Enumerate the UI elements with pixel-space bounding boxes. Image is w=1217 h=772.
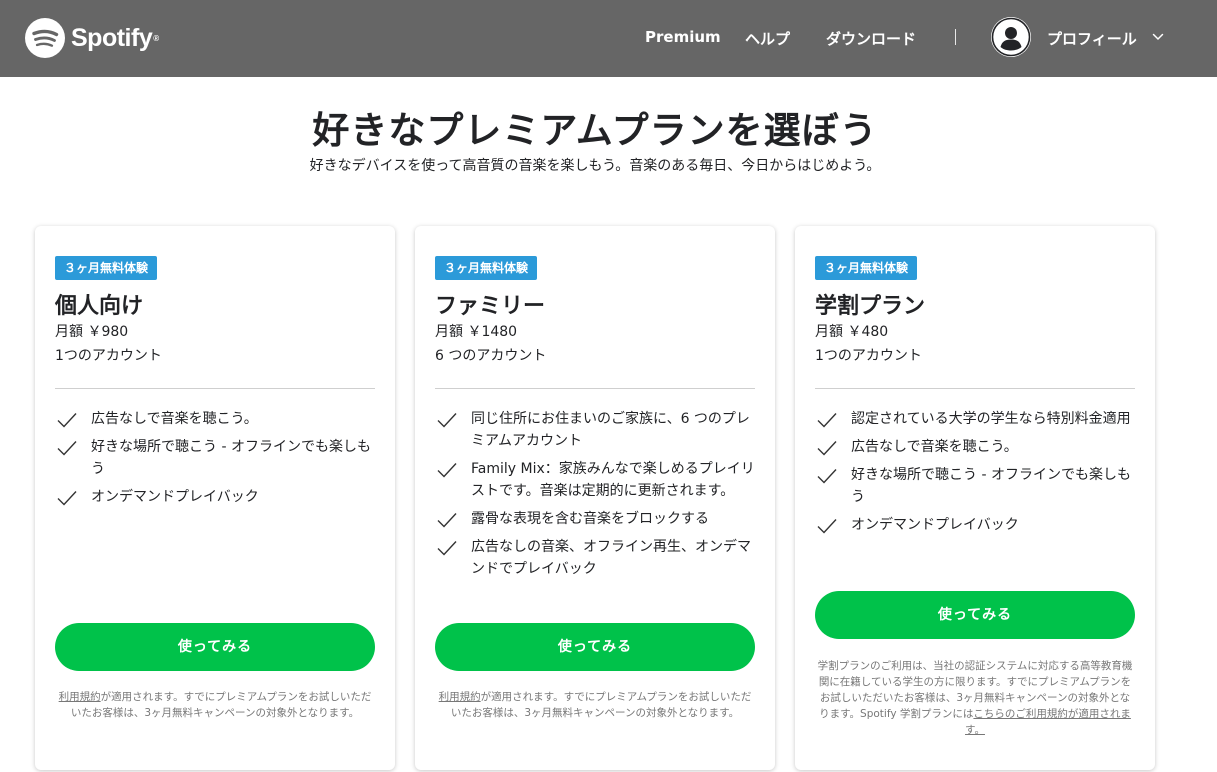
check-icon: [437, 463, 457, 478]
plan-card-individual: ３ヶ月無料体験 個人向け 月額 ￥980 1つのアカウント 広告なしで音楽を聴こ…: [35, 226, 395, 770]
terms-link[interactable]: 利用規約: [59, 691, 101, 703]
check-icon: [437, 413, 457, 428]
try-student-button[interactable]: 使ってみる: [815, 591, 1135, 639]
check-icon: [57, 491, 77, 506]
note-text: が適用されます。すでにプレミアムプランをお試しいただいたお客様は、3ヶ月無料キャ…: [70, 691, 372, 719]
plan-price: 月額 ￥980: [55, 324, 129, 340]
check-icon: [817, 413, 837, 428]
trial-badge: ３ヶ月無料体験: [435, 256, 538, 280]
trial-badge: ３ヶ月無料体験: [815, 256, 918, 280]
check-icon: [57, 413, 77, 428]
feature-item: 好きな場所で聴こう - オフラインでも楽しもう: [815, 464, 1135, 508]
feature-text: オンデマンドプレイバック: [851, 517, 1019, 533]
feature-item: 広告なしで音楽を聴こう。: [815, 436, 1135, 458]
brand-name: Spotify: [71, 23, 153, 52]
plan-name: ファミリー: [435, 294, 546, 319]
feature-text: 好きな場所で聴こう - オフラインでも楽しもう: [91, 439, 371, 477]
nav-divider: [955, 29, 956, 45]
feature-item: オンデマンドプレイバック: [815, 514, 1135, 536]
nav-premium-link[interactable]: Premium: [645, 28, 721, 46]
card-divider: [435, 388, 755, 389]
plan-name: 学割プラン: [815, 294, 926, 319]
feature-text: Family Mix：家族みんなで楽しめるプレイリストです。音楽は定期的に更新さ…: [471, 461, 755, 499]
check-icon: [437, 541, 457, 556]
page-title: 好きなプレミアムプランを選ぼう: [312, 109, 878, 152]
feature-item: 露骨な表現を含む音楽をブロックする: [435, 508, 755, 530]
feature-text: 認定されている大学の学生なら特別料金適用: [851, 411, 1131, 427]
feature-item: 好きな場所で聴こう - オフラインでも楽しもう: [55, 436, 375, 480]
check-icon: [817, 519, 837, 534]
try-individual-button[interactable]: 使ってみる: [55, 623, 375, 671]
terms-link[interactable]: 利用規約: [439, 691, 481, 703]
profile-menu-label[interactable]: プロフィール: [1047, 28, 1137, 49]
feature-item: 広告なしで音楽を聴こう。: [55, 408, 375, 430]
feature-list: 認定されている大学の学生なら特別料金適用 広告なしで音楽を聴こう。 好きな場所で…: [815, 408, 1135, 542]
check-icon: [817, 469, 837, 484]
plan-card-family: ３ヶ月無料体験 ファミリー 月額 ￥1480 6 つのアカウント 同じ住所にお住…: [415, 226, 775, 770]
plan-price: 月額 ￥480: [815, 324, 889, 340]
feature-item: オンデマンドプレイバック: [55, 486, 375, 508]
check-icon: [57, 441, 77, 456]
feature-item: 認定されている大学の学生なら特別料金適用: [815, 408, 1135, 430]
chevron-down-icon[interactable]: [1152, 31, 1164, 43]
card-divider: [815, 388, 1135, 389]
top-navigation-bar: Spotify ® Premium ヘルプ ダウンロード プロフィール: [0, 0, 1217, 77]
feature-item: 同じ住所にお住まいのご家族に、6 つのプレミアムアカウント: [435, 408, 755, 452]
feature-list: 同じ住所にお住まいのご家族に、6 つのプレミアムアカウント Family Mix…: [435, 408, 755, 586]
feature-text: オンデマンドプレイバック: [91, 489, 259, 505]
spotify-logo[interactable]: Spotify ®: [25, 18, 159, 58]
plan-accounts: 1つのアカウント: [55, 348, 162, 364]
feature-item: 広告なしの音楽、オフライン再生、オンデマンドでプレイバック: [435, 536, 755, 580]
plan-accounts: 1つのアカウント: [815, 348, 922, 364]
plan-price: 月額 ￥1480: [435, 324, 518, 340]
profile-avatar-icon[interactable]: [991, 17, 1031, 57]
feature-text: 広告なしで音楽を聴こう。: [91, 411, 258, 427]
feature-list: 広告なしで音楽を聴こう。 好きな場所で聴こう - オフラインでも楽しもう オンデ…: [55, 408, 375, 514]
feature-text: 好きな場所で聴こう - オフラインでも楽しもう: [851, 467, 1131, 505]
nav-help-link[interactable]: ヘルプ: [745, 28, 790, 49]
plan-note: 利用規約が適用されます。すでにプレミアムプランをお試しいただいたお客様は、3ヶ月…: [435, 689, 755, 721]
feature-item: Family Mix：家族みんなで楽しめるプレイリストです。音楽は定期的に更新さ…: [435, 458, 755, 502]
nav-download-link[interactable]: ダウンロード: [826, 28, 916, 49]
plan-note: 利用規約が適用されます。すでにプレミアムプランをお試しいただいたお客様は、3ヶ月…: [55, 689, 375, 721]
page-subtitle: 好きなデバイスを使って高音質の音楽を楽しもう。音楽のある毎日、今日からはじめよう…: [309, 158, 881, 174]
note-text: が適用されます。すでにプレミアムプランをお試しいただいたお客様は、3ヶ月無料キャ…: [450, 691, 752, 719]
check-icon: [437, 513, 457, 528]
feature-text: 同じ住所にお住まいのご家族に、6 つのプレミアムアカウント: [471, 411, 750, 449]
feature-text: 広告なしの音楽、オフライン再生、オンデマンドでプレイバック: [471, 539, 751, 577]
plan-name: 個人向け: [55, 294, 144, 319]
card-divider: [55, 388, 375, 389]
trial-badge: ３ヶ月無料体験: [55, 256, 158, 280]
feature-text: 広告なしで音楽を聴こう。: [851, 439, 1018, 455]
feature-text: 露骨な表現を含む音楽をブロックする: [471, 511, 709, 527]
plan-card-student: ３ヶ月無料体験 学割プラン 月額 ￥480 1つのアカウント 認定されている大学…: [795, 226, 1155, 770]
spotify-icon: [25, 18, 65, 58]
terms-link[interactable]: こちらのご利用規約が適用されます。: [965, 708, 1131, 736]
plan-note: 学割プランのご利用は、当社の認証システムに対応する高等教育機関に在籍している学生…: [815, 658, 1135, 738]
check-icon: [817, 441, 837, 456]
registered-mark: ®: [153, 33, 159, 43]
try-family-button[interactable]: 使ってみる: [435, 623, 755, 671]
plan-accounts: 6 つのアカウント: [435, 348, 547, 364]
